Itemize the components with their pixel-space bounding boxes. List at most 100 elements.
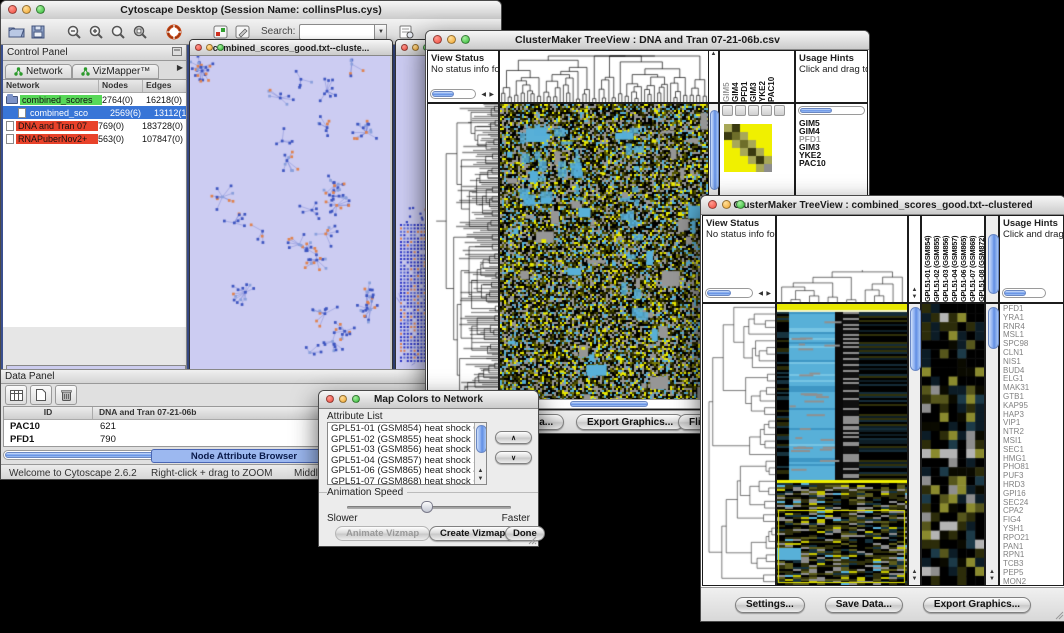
treeview2-zoom-vscrollbar[interactable]: ▲ ▼ bbox=[985, 303, 999, 586]
main-titlebar[interactable]: Cytoscape Desktop (Session Name: collins… bbox=[1, 1, 501, 20]
animate-vizmap-button[interactable]: Animate Vizmap bbox=[335, 526, 430, 541]
attribute-list-scrollbar[interactable]: ▲ ▼ bbox=[474, 423, 486, 484]
treeview2-column-dendrogram[interactable] bbox=[776, 215, 908, 303]
control-panel-tab[interactable]: Network bbox=[5, 64, 72, 79]
zoom-button[interactable] bbox=[461, 35, 470, 44]
treeview2-titlebar[interactable]: ClusterMaker TreeView : combined_scores_… bbox=[701, 196, 1064, 215]
close-button[interactable] bbox=[401, 44, 408, 51]
zoom-button[interactable] bbox=[352, 395, 360, 403]
gene-label[interactable]: MON2 bbox=[1003, 578, 1063, 586]
network-list-item[interactable]: combined_scores 2764(0) 16218(0) bbox=[3, 93, 186, 106]
network-view-a-titlebar[interactable]: combined_scores_good.txt--cluste... bbox=[190, 40, 392, 56]
array-label[interactable]: GPL51-02 (GSM855) bbox=[932, 216, 941, 302]
help-lifesaver-icon[interactable] bbox=[163, 22, 185, 42]
minimize-button[interactable] bbox=[447, 35, 456, 44]
settings-button[interactable]: Settings... bbox=[735, 597, 805, 613]
dialog-titlebar[interactable]: Map Colors to Network bbox=[319, 391, 538, 409]
array-label[interactable]: GPL51-06 (GSM865) bbox=[959, 216, 968, 302]
save-session-icon[interactable] bbox=[27, 22, 49, 42]
network-list-item[interactable]: RNAPuberNov2+ 563(0) 107847(0) bbox=[3, 132, 186, 145]
animation-speed-slider[interactable] bbox=[347, 506, 511, 509]
zoom-in-icon[interactable] bbox=[85, 22, 107, 42]
treeview1-column-dendrogram[interactable] bbox=[499, 50, 709, 103]
right-arrow-icon[interactable]: ▶ bbox=[766, 290, 771, 297]
resize-grip[interactable] bbox=[527, 535, 537, 545]
treeview1-global-heatmap[interactable] bbox=[499, 103, 709, 410]
tab-overflow-icon[interactable]: ▶ bbox=[177, 63, 183, 72]
search-input[interactable] bbox=[299, 24, 374, 40]
treeview2-zoom-heatmap[interactable] bbox=[921, 303, 985, 586]
close-button[interactable] bbox=[195, 44, 202, 51]
treeview2-global-heatmap[interactable] bbox=[776, 303, 908, 586]
minimize-button[interactable] bbox=[412, 44, 419, 51]
delete-attribute-icon[interactable] bbox=[55, 385, 77, 405]
export-graphics-button[interactable]: Export Graphics... bbox=[576, 414, 684, 430]
zoom-in-icon[interactable] bbox=[722, 105, 733, 116]
treeview2-row-dendrogram[interactable] bbox=[702, 303, 776, 586]
search-dropdown-icon[interactable]: ▼ bbox=[374, 24, 387, 40]
array-label[interactable]: PAC10 bbox=[767, 51, 776, 102]
zoom-button[interactable] bbox=[217, 44, 224, 51]
move-up-button[interactable]: ∧ bbox=[495, 431, 532, 444]
close-button[interactable] bbox=[433, 35, 442, 44]
zoom-out-icon[interactable] bbox=[735, 105, 746, 116]
array-label[interactable]: GPL51-01 (GSM854) bbox=[923, 216, 932, 302]
network-canvas-a[interactable] bbox=[190, 56, 390, 369]
attribute-list-item[interactable]: GPL51-06 (GSM865) heat shock 40 min bbox=[331, 466, 472, 477]
array-label[interactable]: PFD1 bbox=[740, 51, 749, 102]
done-button[interactable]: Done bbox=[505, 526, 545, 541]
treeview1-titlebar[interactable]: ClusterMaker TreeView : DNA and Tran 07-… bbox=[426, 31, 869, 50]
node-attribute-browser-tab[interactable]: Node Attribute Browser bbox=[151, 449, 337, 463]
network-view-window-a[interactable]: combined_scores_good.txt--cluste... bbox=[189, 39, 393, 371]
treeview1-zoom-matrix[interactable] bbox=[724, 124, 772, 172]
network-list-item[interactable]: combined_sco 2569(6) 13112(15) bbox=[3, 106, 186, 119]
network-list-item[interactable]: DNA and Tran 07 769(0) 183728(0) bbox=[3, 119, 186, 132]
minimize-button[interactable] bbox=[339, 395, 347, 403]
zoom-button[interactable] bbox=[736, 200, 745, 209]
array-label[interactable]: GIM4 bbox=[731, 51, 740, 102]
move-down-button[interactable]: ∨ bbox=[495, 451, 532, 464]
float-panel-icon[interactable] bbox=[172, 47, 182, 59]
attribute-list-item[interactable]: GPL51-01 (GSM854) heat shock 05 min bbox=[331, 424, 472, 435]
select-icon[interactable] bbox=[761, 105, 772, 116]
gene-panel-scrollbar[interactable] bbox=[798, 106, 865, 115]
open-session-icon[interactable] bbox=[5, 22, 27, 42]
right-arrow-icon[interactable]: ▶ bbox=[489, 91, 494, 98]
left-arrow-icon[interactable]: ◀ bbox=[758, 290, 763, 297]
close-button[interactable] bbox=[708, 200, 717, 209]
close-button[interactable] bbox=[326, 395, 334, 403]
array-label[interactable]: GIM5 bbox=[722, 51, 731, 102]
array-label[interactable]: GPL51-07 (GSM868) bbox=[968, 216, 977, 302]
attribute-list-item[interactable]: GPL51-07 (GSM868) heat shock 60 min bbox=[331, 477, 472, 486]
close-button[interactable] bbox=[8, 5, 17, 14]
treeview1-row-dendrogram[interactable] bbox=[427, 103, 499, 410]
reset-icon[interactable] bbox=[774, 105, 785, 116]
zoom-fit-icon[interactable] bbox=[107, 22, 129, 42]
array-label[interactable]: YKE2 bbox=[758, 51, 767, 102]
control-panel-tab[interactable]: VizMapper™ bbox=[72, 64, 160, 79]
map-colors-dialog[interactable]: Map Colors to Network Attribute List GPL… bbox=[318, 390, 539, 547]
left-arrow-icon[interactable]: ◀ bbox=[481, 91, 486, 98]
view-status-scrollbar[interactable] bbox=[430, 89, 476, 99]
minimize-button[interactable] bbox=[206, 44, 213, 51]
slider-thumb[interactable] bbox=[421, 501, 433, 513]
zoom-button[interactable] bbox=[36, 5, 45, 14]
zoom-out-icon[interactable] bbox=[63, 22, 85, 42]
new-attribute-icon[interactable] bbox=[30, 385, 52, 405]
array-label[interactable]: GPL51-08 (GSM872) bbox=[977, 216, 985, 302]
gene-label[interactable]: PAC10 bbox=[799, 159, 867, 167]
usage-hints-scrollbar[interactable] bbox=[1002, 288, 1046, 298]
treeview2-main-vscrollbar[interactable]: ▲ ▼ bbox=[908, 303, 921, 586]
attribute-table-icon[interactable] bbox=[5, 385, 27, 405]
view-status-scrollbar[interactable] bbox=[705, 288, 753, 298]
array-label[interactable]: GPL51-04 (GSM857) bbox=[950, 216, 959, 302]
save-data-button[interactable]: Save Data... bbox=[825, 597, 903, 613]
zoom-selected-icon[interactable] bbox=[129, 22, 151, 42]
create-vizmap-button[interactable]: Create Vizmap bbox=[429, 526, 516, 541]
export-graphics-button[interactable]: Export Graphics... bbox=[923, 597, 1031, 613]
array-label[interactable]: GIM3 bbox=[749, 51, 758, 102]
minimize-button[interactable] bbox=[22, 5, 31, 14]
resize-grip[interactable] bbox=[1054, 610, 1064, 620]
array-label[interactable]: GPL51-03 (GSM856) bbox=[941, 216, 950, 302]
minimize-button[interactable] bbox=[722, 200, 731, 209]
